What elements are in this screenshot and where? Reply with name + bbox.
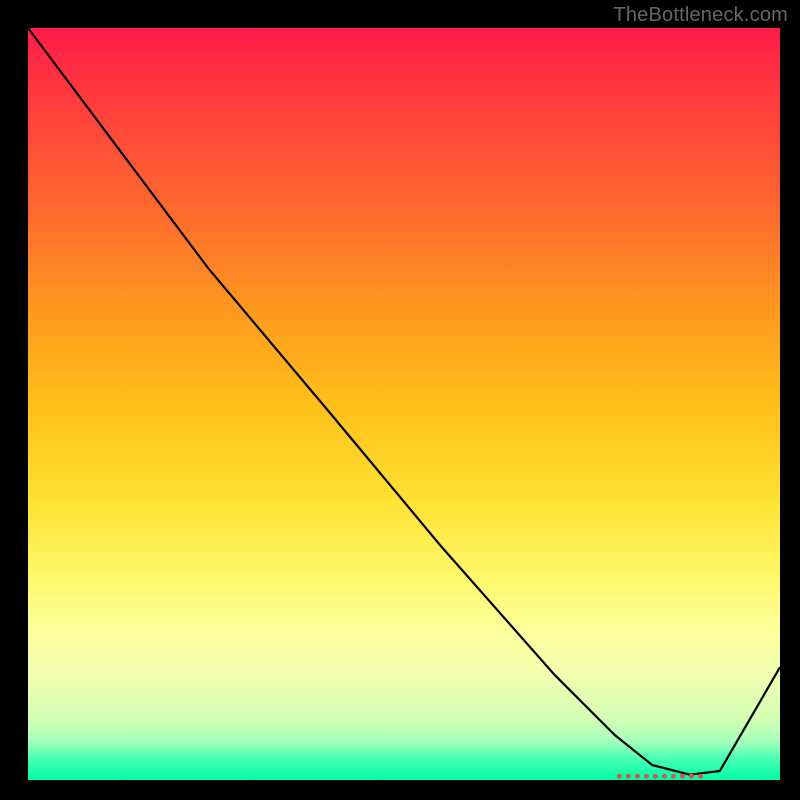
- chart-canvas: TheBottleneck.com: [0, 0, 800, 800]
- series-curve: [28, 28, 780, 775]
- watermark-text: TheBottleneck.com: [613, 4, 788, 27]
- plot-area: [28, 28, 780, 780]
- chart-svg: [28, 28, 780, 780]
- annotation-marker: [617, 774, 703, 779]
